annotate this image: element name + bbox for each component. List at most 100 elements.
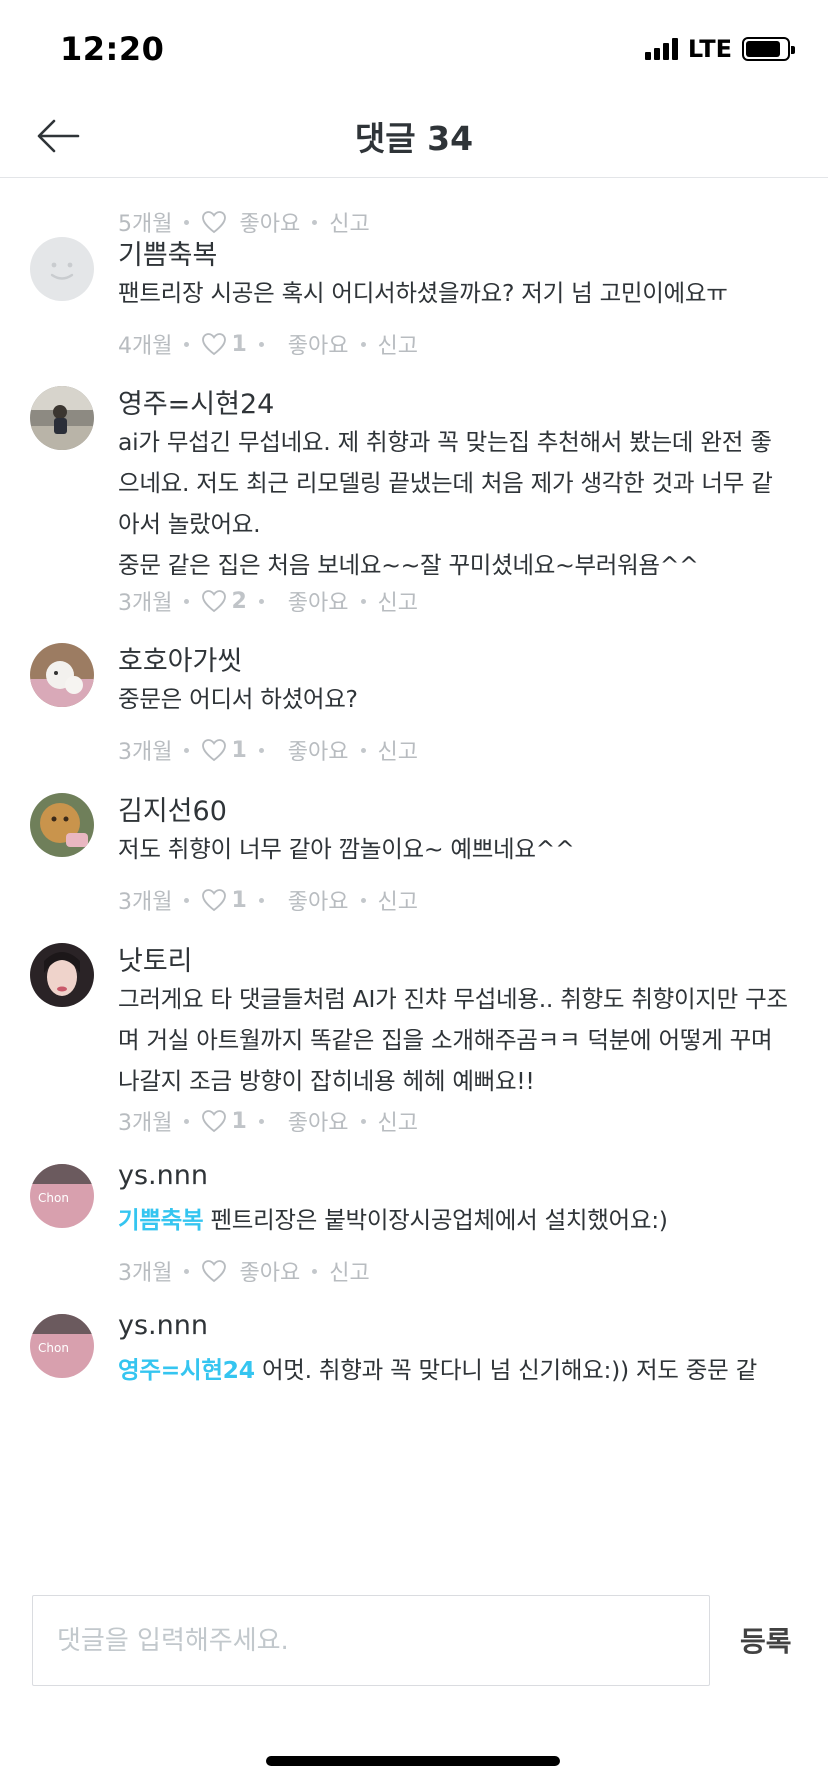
like-label[interactable]: 좋아요 bbox=[288, 1105, 349, 1137]
like-count: 1 bbox=[231, 737, 247, 763]
username[interactable]: ys.nnn bbox=[118, 1160, 208, 1191]
like-label[interactable]: 좋아요 bbox=[288, 734, 349, 766]
separator-dot bbox=[360, 1118, 366, 1124]
like-label[interactable]: 좋아요 bbox=[288, 884, 349, 916]
username[interactable]: ys.nnn bbox=[118, 1310, 208, 1341]
like-button[interactable]: 1 bbox=[201, 737, 247, 763]
mention-link[interactable]: 기쁨축복 bbox=[118, 1206, 204, 1234]
like-count: 1 bbox=[231, 1108, 247, 1134]
separator-dot bbox=[360, 897, 366, 903]
report-button[interactable]: 신고 bbox=[378, 328, 418, 360]
report-button[interactable]: 신고 bbox=[378, 585, 418, 617]
like-count: 1 bbox=[231, 331, 247, 357]
heart-icon bbox=[202, 590, 227, 613]
heart-icon bbox=[202, 1110, 227, 1133]
comment-meta: 4개월 1 좋아요 신고 bbox=[118, 328, 418, 360]
username[interactable]: 영주=시현24 bbox=[118, 382, 274, 421]
report-button[interactable]: 신고 bbox=[329, 1255, 369, 1287]
page-title: 댓글 34 bbox=[354, 119, 474, 158]
avatar[interactable]: Chon bbox=[30, 1164, 94, 1228]
separator-dot bbox=[360, 747, 366, 753]
like-label[interactable]: 좋아요 bbox=[288, 585, 349, 617]
signal-icon bbox=[644, 38, 678, 60]
heart-icon bbox=[202, 211, 227, 234]
comment-line: 중문 같은 집은 처음 보네요~~잘 꾸미셨네요~부러워욤^^ bbox=[118, 551, 699, 579]
avatar[interactable] bbox=[30, 643, 94, 707]
separator-dot bbox=[360, 341, 366, 347]
comment-meta: 3개월 2 좋아요 신고 bbox=[118, 585, 418, 617]
profile-photo bbox=[30, 386, 94, 450]
comment-meta: 3개월 1 좋아요 신고 bbox=[118, 1105, 418, 1137]
header: 댓글 34 bbox=[0, 100, 828, 178]
profile-photo bbox=[30, 793, 94, 857]
avatar[interactable]: Chon bbox=[30, 1314, 94, 1378]
like-button[interactable]: 좋아요 bbox=[201, 1255, 300, 1287]
like-button[interactable]: 1 bbox=[201, 331, 247, 357]
status-bar: 12:20 LTE bbox=[0, 0, 828, 100]
svg-text:Chon: Chon bbox=[38, 1341, 69, 1355]
separator-dot bbox=[184, 897, 190, 903]
like-button[interactable]: 1 bbox=[201, 1108, 247, 1134]
comment-text: ai가 무섭긴 무섭네요. 제 취향과 꼭 맞는집 추천해서 봤는데 완전 좋으… bbox=[118, 422, 788, 586]
separator-dot bbox=[184, 747, 190, 753]
battery-icon bbox=[742, 37, 795, 61]
comment-text: 기쁨축복 펜트리장은 붙박이장시공업체에서 설치했어요:) bbox=[118, 1200, 788, 1241]
comment-meta: 3개월 1 좋아요 신고 bbox=[118, 884, 418, 916]
separator-dot bbox=[184, 341, 190, 347]
heart-icon bbox=[202, 889, 227, 912]
profile-photo: Chon bbox=[30, 1314, 94, 1378]
separator-dot bbox=[360, 598, 366, 604]
comment-line-text: 어멋. 취향과 꼭 맞다니 넘 신기해요:)) 저도 중문 같 bbox=[261, 1356, 757, 1384]
comment-text: 영주=시현24 어멋. 취향과 꼭 맞다니 넘 신기해요:)) 저도 중문 같 bbox=[118, 1350, 788, 1391]
like-label: 좋아요 bbox=[239, 1261, 301, 1286]
report-button[interactable]: 신고 bbox=[378, 734, 418, 766]
separator-dot bbox=[312, 1268, 318, 1274]
profile-photo bbox=[30, 943, 94, 1007]
like-button[interactable]: 1 bbox=[201, 887, 247, 913]
submit-button[interactable]: 등록 bbox=[740, 1620, 792, 1660]
separator-dot bbox=[258, 897, 264, 903]
avatar[interactable] bbox=[30, 386, 94, 450]
svg-text:Chon: Chon bbox=[38, 1191, 69, 1205]
comment-line: 영주=시현24 어멋. 취향과 꼭 맞다니 넘 신기해요:)) 저도 중문 같 bbox=[118, 1350, 788, 1391]
avatar[interactable] bbox=[30, 237, 94, 301]
mention-link[interactable]: 영주=시현24 bbox=[118, 1356, 255, 1384]
comment-time: 3개월 bbox=[118, 890, 173, 915]
username[interactable]: 호호아가씻 bbox=[118, 639, 242, 678]
comment-time: 3개월 bbox=[118, 1111, 173, 1136]
comment-text: 저도 취향이 너무 같아 깜놀이요~ 예쁘네요^^ bbox=[118, 829, 788, 870]
separator-dot bbox=[184, 1268, 190, 1274]
username[interactable]: 김지선60 bbox=[118, 789, 227, 828]
like-label[interactable]: 좋아요 bbox=[288, 328, 349, 360]
avatar[interactable] bbox=[30, 943, 94, 1007]
home-indicator[interactable] bbox=[266, 1756, 560, 1766]
comment-line: 기쁨축복 펜트리장은 붙박이장시공업체에서 설치했어요:) bbox=[118, 1200, 788, 1241]
separator-dot bbox=[184, 598, 190, 604]
report-button[interactable]: 신고 bbox=[378, 884, 418, 916]
comment-line: 중문은 어디서 하셨어요? bbox=[118, 685, 358, 713]
comment-meta: 3개월 좋아요 신고 bbox=[118, 1256, 370, 1286]
username[interactable]: 기쁨축복 bbox=[118, 233, 217, 272]
comment-time: 3개월 bbox=[118, 591, 173, 616]
comment-line: 팬트리장 시공은 혹시 어디서하셨을까요? 저기 넘 고민이에요ㅠ bbox=[118, 279, 728, 307]
comment-line-text: 펜트리장은 붙박이장시공업체에서 설치했어요:) bbox=[210, 1206, 668, 1234]
report-button[interactable]: 신고 bbox=[329, 206, 369, 238]
username[interactable]: 낫토리 bbox=[118, 939, 193, 978]
like-button[interactable]: 2 bbox=[201, 588, 247, 614]
like-count: 2 bbox=[231, 588, 247, 614]
report-button[interactable]: 신고 bbox=[378, 1105, 418, 1137]
comment-time: 4개월 bbox=[118, 334, 173, 359]
default-face-icon bbox=[50, 262, 74, 280]
profile-photo: Chon bbox=[30, 1164, 94, 1228]
comment-line: 그러게요 타 댓글들처럼 AI가 진챠 무섭네용.. 취향도 취향이지만 구조며… bbox=[118, 985, 788, 1095]
comment-text: 중문은 어디서 하셨어요? bbox=[118, 679, 788, 720]
comment-input[interactable] bbox=[32, 1595, 710, 1686]
heart-icon bbox=[202, 1260, 227, 1283]
avatar[interactable] bbox=[30, 793, 94, 857]
heart-icon bbox=[202, 333, 227, 356]
separator-dot bbox=[312, 219, 318, 225]
comment-text: 그러게요 타 댓글들처럼 AI가 진챠 무섭네용.. 취향도 취향이지만 구조며… bbox=[118, 979, 788, 1102]
separator-dot bbox=[184, 1118, 190, 1124]
comment-list[interactable]: 5개월 좋아요 신고 기쁨축복 팬트리장 시공은 혹시 어디서하셨을까요? 저기… bbox=[0, 179, 828, 1560]
like-count: 1 bbox=[231, 887, 247, 913]
